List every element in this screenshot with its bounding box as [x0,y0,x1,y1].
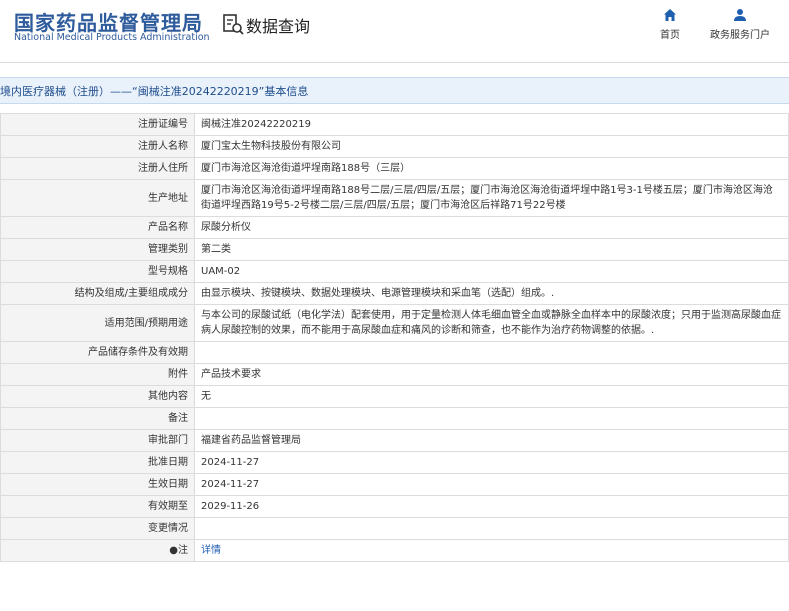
field-value: 产品技术要求 [194,363,789,386]
field-label: ●注 [0,539,195,562]
field-value: 2024-11-27 [194,451,789,474]
site-header: 国家药品监督管理局 National Medical Products Admi… [0,0,789,56]
field-label: 注册人名称 [0,135,195,158]
field-label: 备注 [0,407,195,430]
field-value: 2024-11-27 [194,473,789,496]
field-value: 厦门市海沧区海沧街道坪埕南路188号二层/三层/四层/五层；厦门市海沧区海沧街道… [194,179,789,217]
field-value: 第二类 [194,238,789,261]
field-value: 厦门市海沧区海沧街道坪埕南路188号（三层） [194,157,789,180]
header-divider [0,62,789,63]
field-label: 注册证编号 [0,113,195,136]
table-row: 适用范围/预期用途 与本公司的尿酸试纸（电化学法）配套使用，用于定量检测人体毛细血… [0,304,789,342]
detail-link[interactable]: 详情 [201,545,221,556]
table-row: 附件 产品技术要求 [0,363,789,386]
table-row: 其他内容无 [0,385,789,408]
table-row: 有效期至 2029-11-26 [0,495,789,518]
table-row: 结构及组成/主要组成成分 由显示模块、按键模块、数据处理模块、电源管理模块和采血笔… [0,282,789,305]
field-label: 产品储存条件及有效期 [0,341,195,364]
detail-title-bar: 境内医疗器械（注册）——“闽械注准20242220219”基本信息 [0,77,789,104]
field-label: 其他内容 [0,385,195,408]
field-value: 福建省药品监督管理局 [194,429,789,452]
table-row: 产品名称 尿酸分析仪 [0,216,789,239]
field-value [194,341,789,364]
table-row: 审批部门 福建省药品监督管理局 [0,429,789,452]
home-icon [664,9,676,21]
nav-home-label: 首页 [660,30,680,41]
table-row: 生产地址 厦门市海沧区海沧街道坪埕南路188号二层/三层/四层/五层；厦门市海沧区… [0,179,789,217]
nav-home[interactable]: 首页 [655,8,685,41]
table-row: 备注 [0,407,789,430]
field-value: 详情 [194,539,789,562]
field-value: 无 [194,385,789,408]
field-label: 适用范围/预期用途 [0,304,195,342]
table-row: 生效日期 2024-11-27 [0,473,789,496]
field-label: 产品名称 [0,216,195,239]
field-value: 由显示模块、按键模块、数据处理模块、电源管理模块和采血笔（选配）组成。. [194,282,789,305]
logo-subtitle: National Medical Products Administration [14,32,210,43]
table-row: 注册证编号 闽械注准20242220219 [0,113,789,136]
field-value: 厦门宝太生物科技股份有限公司 [194,135,789,158]
nav-portal-label: 政务服务门户 [710,30,770,41]
field-value [194,517,789,540]
page-title: 数据查询 [246,17,311,36]
field-value: 与本公司的尿酸试纸（电化学法）配套使用，用于定量检测人体毛细血管全血或静脉全血样… [194,304,789,342]
table-row: ●注 详情 [0,539,789,562]
user-icon [734,9,746,21]
field-label: 生效日期 [0,473,195,496]
field-label: 管理类别 [0,238,195,261]
field-label: 结构及组成/主要组成成分 [0,282,195,305]
table-row: 批准日期 2024-11-27 [0,451,789,474]
registration-info-table: 注册证编号 闽械注准20242220219 注册人名称 厦门宝太生物科技股份有限公司注… [0,113,789,562]
field-label: 有效期至 [0,495,195,518]
table-row: 型号规格 UAM-02 [0,260,789,283]
field-value: 闽械注准20242220219 [194,113,789,136]
data-query-icon [223,14,244,35]
table-row: 变更情况 [0,517,789,540]
field-value: 2029-11-26 [194,495,789,518]
table-row: 注册人住所 厦门市海沧区海沧街道坪埕南路188号（三层） [0,157,789,180]
field-label: 型号规格 [0,260,195,283]
table-row: 产品储存条件及有效期 [0,341,789,364]
breadcrumb: 境内医疗器械（注册）——“闽械注准20242220219”基本信息 [0,85,309,98]
field-value [194,407,789,430]
nav-service-portal[interactable]: 政务服务门户 [704,8,776,41]
field-label: 批准日期 [0,451,195,474]
field-label: 审批部门 [0,429,195,452]
field-label: 生产地址 [0,179,195,217]
field-value: UAM-02 [194,260,789,283]
table-row: 管理类别 第二类 [0,238,789,261]
table-row: 注册人名称 厦门宝太生物科技股份有限公司 [0,135,789,158]
field-label: 注册人住所 [0,157,195,180]
field-label: 变更情况 [0,517,195,540]
field-label: 附件 [0,363,195,386]
field-value: 尿酸分析仪 [194,216,789,239]
